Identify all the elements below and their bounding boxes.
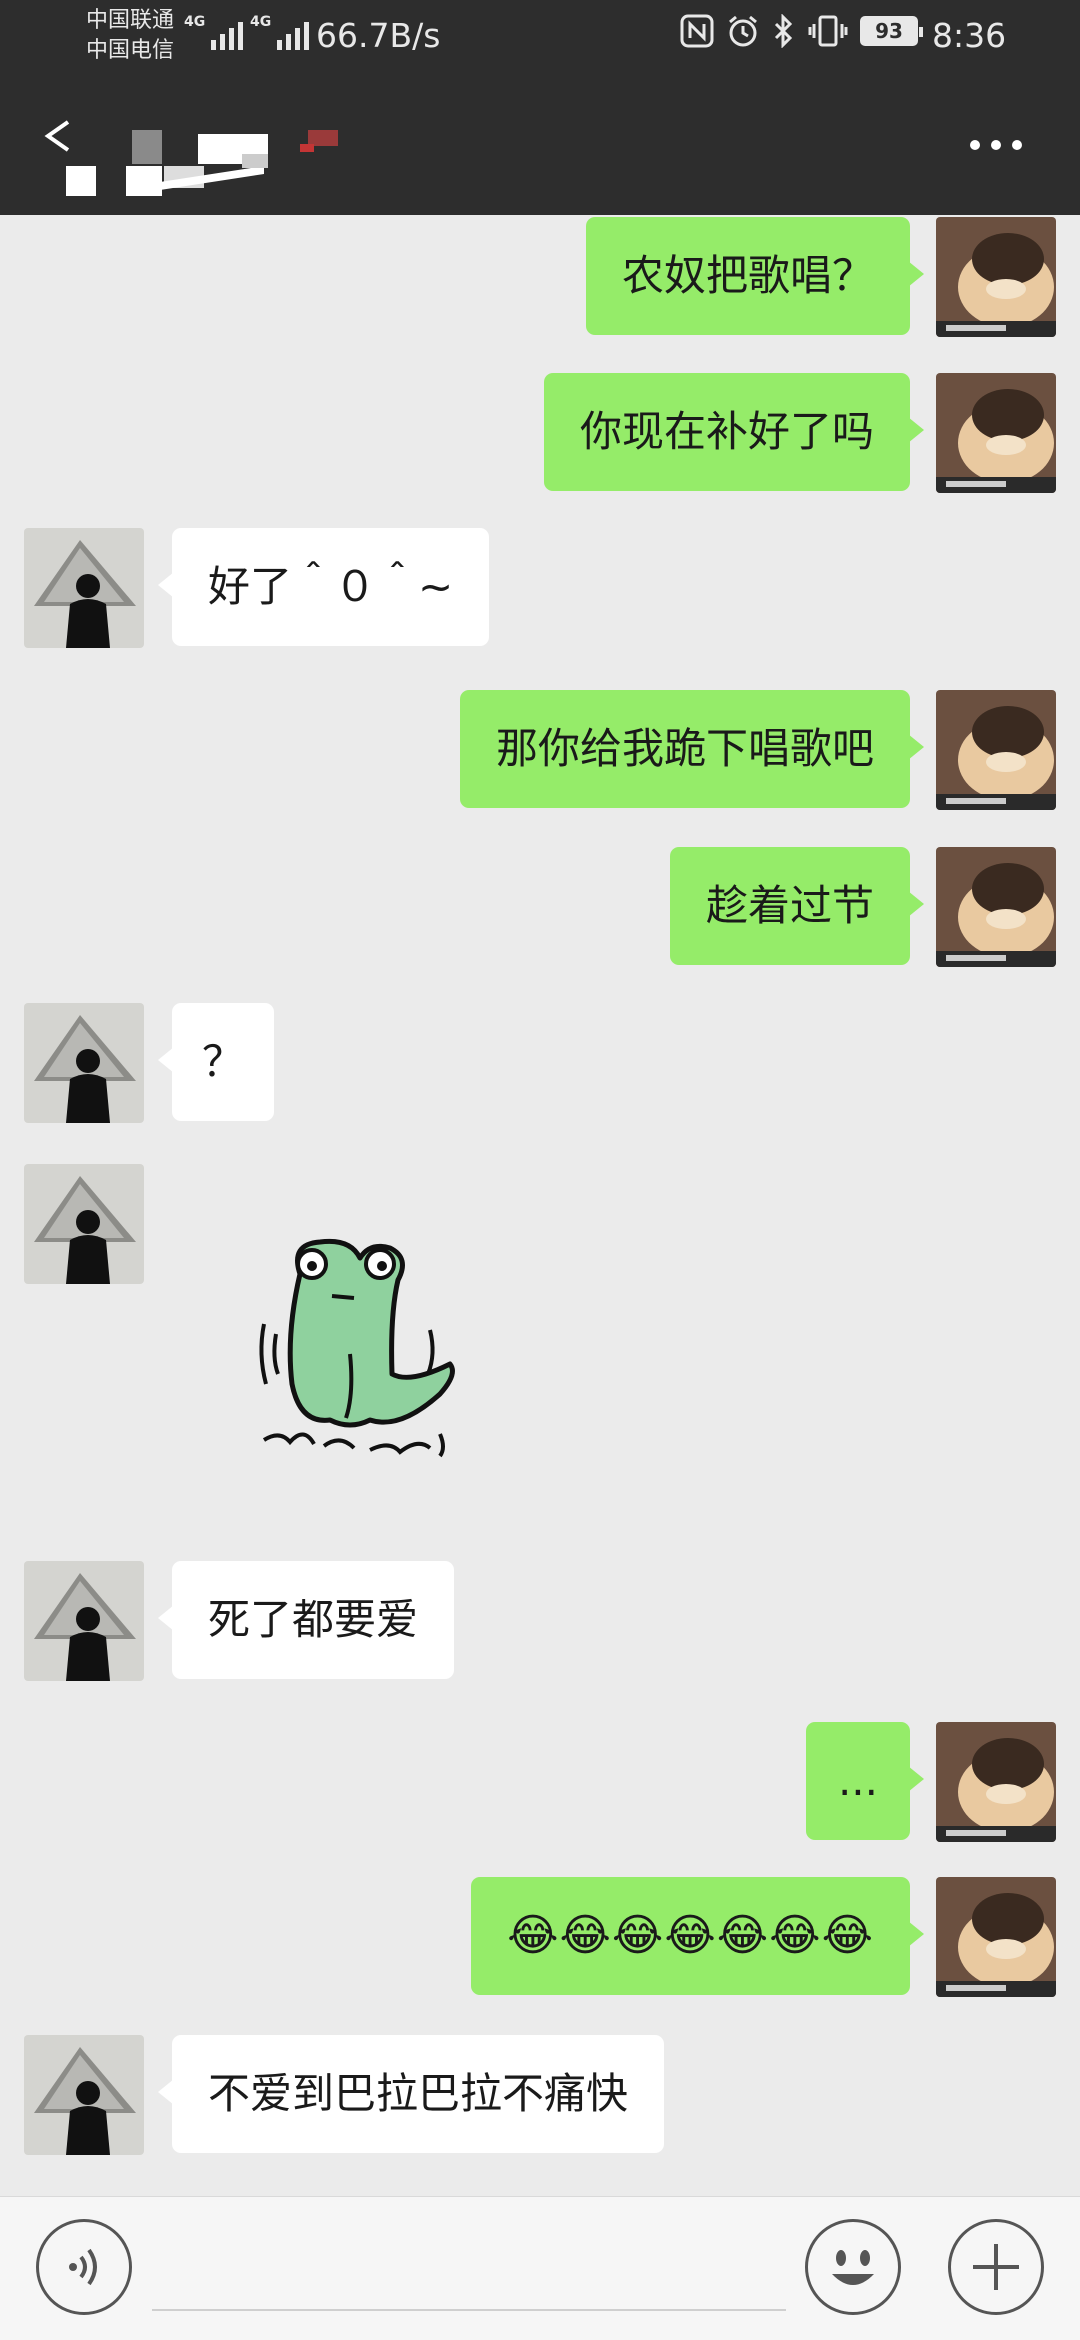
received-bubble[interactable]: 不爱到巴拉巴拉不痛快 <box>157 2035 665 2153</box>
sent-bubble[interactable]: 😂😂😂😂😂😂😂 <box>471 1877 924 1995</box>
contact-avatar[interactable] <box>24 1561 144 1681</box>
my-avatar[interactable] <box>936 373 1056 493</box>
carrier-2: 中国电信 <box>86 38 175 63</box>
signal-2-icon: 4G <box>250 14 310 50</box>
received-bubble[interactable]: 死了都要爱 <box>157 1561 455 1679</box>
sent-bubble[interactable]: ... <box>805 1722 925 1840</box>
my-avatar[interactable] <box>936 690 1056 810</box>
chat-title-obscured <box>64 130 404 200</box>
sent-bubble[interactable]: 趁着过节 <box>669 847 925 965</box>
sent-bubble[interactable]: 农奴把歌唱？ <box>585 217 925 335</box>
message-input[interactable] <box>152 2227 786 2311</box>
my-avatar[interactable] <box>936 1722 1056 1842</box>
plus-icon <box>973 2244 1019 2290</box>
clock: 8:36 <box>932 16 1007 55</box>
smiley-icon <box>832 2250 874 2285</box>
voice-button[interactable] <box>36 2219 132 2315</box>
nfc-icon <box>680 14 714 48</box>
carrier-labels: 中国联通 中国电信 <box>86 6 174 66</box>
my-avatar[interactable] <box>936 847 1056 967</box>
input-bar <box>0 2196 1080 2340</box>
received-bubble[interactable]: 好了＾０＾~ <box>157 528 490 646</box>
status-icons: 93 <box>680 14 923 48</box>
received-bubble[interactable]: ？ <box>157 1003 275 1121</box>
signal-1-icon: 4G <box>184 14 244 50</box>
status-bar: 中国联通 中国电信 4G 4G 66.7B/s 93 8:36 <box>0 0 1080 75</box>
vibrate-icon <box>808 15 848 47</box>
carrier-1: 中国联通 <box>86 8 175 33</box>
top-bar: 中国联通 中国电信 4G 4G 66.7B/s 93 8:36 <box>0 0 1080 215</box>
sent-bubble[interactable]: 那你给我跪下唱歌吧 <box>459 690 925 808</box>
contact-avatar[interactable] <box>24 1164 144 1284</box>
contact-avatar[interactable] <box>24 2035 144 2155</box>
more-functions-button[interactable] <box>948 2219 1044 2315</box>
alarm-icon <box>729 15 757 47</box>
sent-bubble[interactable]: 你现在补好了吗 <box>543 373 925 491</box>
contact-avatar[interactable] <box>24 1003 144 1123</box>
emoji-button[interactable] <box>805 2219 901 2315</box>
green-frog-sticker[interactable] <box>250 1234 470 1484</box>
more-options-icon[interactable] <box>968 138 1024 152</box>
network-speed: 66.7B/s <box>316 16 441 55</box>
battery-indicator: 93 <box>860 16 923 46</box>
contact-avatar[interactable] <box>24 528 144 648</box>
voice-icon <box>69 2248 97 2286</box>
my-avatar[interactable] <box>936 1877 1056 1997</box>
my-avatar[interactable] <box>936 217 1056 337</box>
bluetooth-icon <box>774 14 793 48</box>
